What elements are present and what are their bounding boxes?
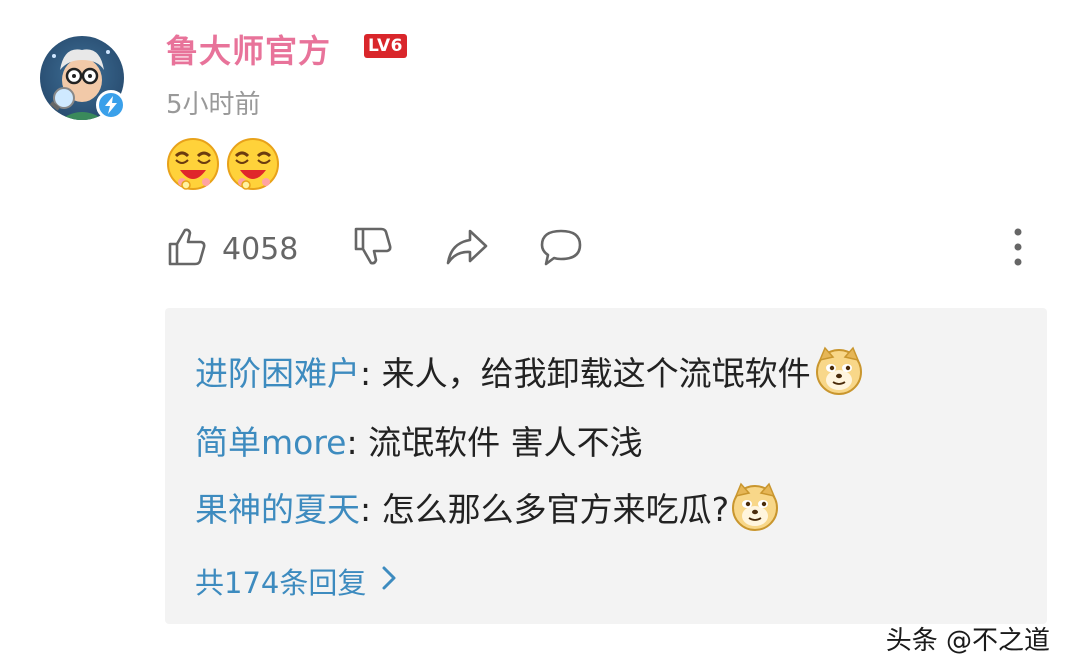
view-all-replies-link[interactable]: 共174条回复: [195, 560, 398, 602]
comment-body: [166, 136, 280, 196]
more-options-button[interactable]: [1008, 224, 1028, 274]
avatar[interactable]: [40, 36, 126, 120]
reply-text: : 怎么那么多官方来吃瓜?: [360, 490, 730, 529]
timestamp: 5小时前: [166, 90, 261, 120]
reply-text: : 流氓软件 害人不浅: [346, 423, 643, 462]
action-bar: 4058: [166, 224, 1036, 274]
comment-button[interactable]: [538, 224, 584, 274]
share-arrow-icon: [444, 227, 490, 271]
speech-bubble-icon: [538, 227, 584, 271]
like-count: 4058: [222, 231, 299, 267]
reply-username[interactable]: 果神的夏天: [195, 483, 360, 531]
reply-username[interactable]: 进阶困难户: [195, 347, 360, 395]
watermark: 头条 @不之道: [885, 626, 1050, 656]
dislike-button[interactable]: [352, 224, 394, 274]
vertical-dots-icon: [1008, 226, 1028, 272]
username[interactable]: 鲁大师官方: [166, 26, 331, 72]
view-all-replies-label: 共174条回复: [195, 566, 367, 600]
chevron-right-icon: [380, 564, 398, 599]
reply-text: : 来人，给我卸载这个流氓软件: [360, 354, 811, 393]
like-button[interactable]: 4058: [166, 224, 298, 274]
thumbs-down-icon: [352, 225, 394, 273]
reply-item[interactable]: 果神的夏天 : 怎么那么多官方来吃瓜?: [195, 482, 779, 532]
share-button[interactable]: [444, 224, 490, 274]
thumbs-up-icon: [166, 226, 208, 272]
level-badge: LV6: [364, 34, 407, 58]
reply-username[interactable]: 简单more: [195, 416, 346, 464]
reply-item[interactable]: 进阶困难户 : 来人，给我卸载这个流氓软件: [195, 346, 863, 396]
doge-emoji: [815, 346, 863, 396]
doge-emoji: [731, 482, 779, 532]
laughing-face-emoji: [166, 136, 220, 196]
lightning-badge-icon: [96, 90, 126, 120]
reply-item[interactable]: 简单more : 流氓软件 害人不浅: [195, 416, 643, 464]
laughing-face-emoji: [226, 136, 280, 196]
replies-panel: 进阶困难户 : 来人，给我卸载这个流氓软件 简单more : 流氓软件 害人不浅…: [165, 308, 1047, 624]
